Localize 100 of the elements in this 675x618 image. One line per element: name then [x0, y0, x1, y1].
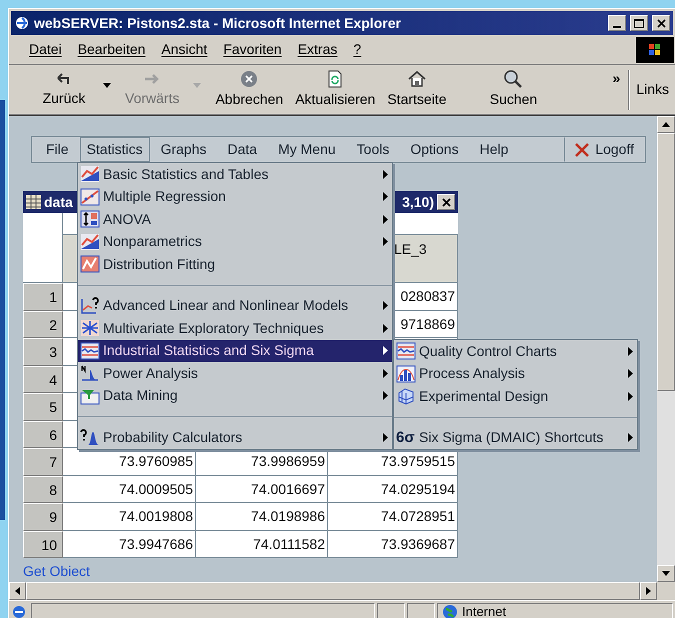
menu-bar-item[interactable]: Extras — [292, 39, 344, 60]
submenu-arrow-icon — [628, 433, 633, 442]
distribution-icon — [80, 255, 100, 274]
menu-bar-item[interactable]: Favoriten — [217, 39, 288, 60]
row-number: 7 — [23, 448, 63, 476]
control-chart-icon — [396, 342, 416, 360]
asterisk-chart-icon — [80, 319, 100, 338]
spreadsheet-icon — [26, 195, 41, 209]
submenu-arrow-icon — [383, 301, 388, 310]
scroll-left-icon — [15, 587, 20, 595]
toolbar-button[interactable]: Suchen — [482, 69, 544, 110]
table-cell: 74.0728951 — [328, 503, 458, 530]
control-chart-icon — [80, 342, 100, 360]
menu-item[interactable]: Process Analysis — [394, 362, 637, 385]
table-cell: 74.0295194 — [328, 476, 458, 503]
get-object-link[interactable]: Get Obiect — [23, 561, 90, 582]
menu-item[interactable]: ANOVA — [78, 208, 392, 230]
vertical-scrollbar[interactable] — [657, 116, 675, 582]
question-chart-icon — [80, 296, 100, 315]
menu-item[interactable]: Power Analysis — [78, 362, 392, 384]
close-button[interactable] — [437, 194, 455, 210]
refresh-icon — [326, 69, 344, 89]
scroll-right-icon — [646, 587, 651, 595]
home-icon — [406, 69, 427, 89]
stop-icon — [239, 69, 260, 89]
menu-item[interactable]: Experimental Design — [394, 385, 637, 408]
power-chart-icon — [80, 364, 100, 382]
data-window-title-end: 3,10) — [402, 192, 434, 212]
menu-item[interactable]: 6σ Six Sigma (DMAIC) Shortcuts — [394, 426, 637, 449]
menu-item[interactable]: Probability Calculators — [78, 426, 392, 448]
app-menu-item[interactable]: Tools — [346, 137, 400, 162]
toolbar-button[interactable]: Zurück — [33, 70, 95, 109]
regression-chart-icon — [80, 188, 100, 206]
close-icon — [656, 18, 666, 28]
row-number: 5 — [23, 393, 63, 420]
app-menu-item[interactable]: My Menu — [268, 137, 346, 162]
submenu-arrow-icon — [383, 214, 388, 224]
data-window-title: data — [44, 192, 73, 212]
row-number: 3 — [23, 338, 63, 366]
table-cell: 74.0019808 — [63, 503, 196, 530]
chart-icon — [80, 165, 100, 184]
toolbar-button[interactable]: Startseite — [381, 69, 452, 110]
globe-icon — [442, 604, 458, 618]
scroll-up-icon — [662, 122, 670, 127]
menu-item[interactable]: Multiple Regression — [78, 186, 392, 208]
grid-cube-icon — [396, 387, 416, 406]
minimize-button[interactable] — [608, 15, 626, 31]
menu-item[interactable]: Quality Control Charts — [394, 340, 637, 362]
table-cell: 74.0111582 — [196, 530, 328, 558]
horizontal-scrollbar[interactable] — [9, 582, 657, 600]
submenu-arrow-icon — [628, 346, 633, 356]
menu-item[interactable]: Industrial Statistics and Six Sigma — [78, 340, 392, 362]
submenu-arrow-icon — [383, 192, 388, 202]
menu-bar-item[interactable]: Ansicht — [155, 39, 214, 60]
row-number: 8 — [23, 476, 63, 503]
zone-label: Internet — [462, 602, 506, 618]
table-cell: 74.0198986 — [196, 503, 328, 530]
submenu-arrow-icon — [383, 237, 388, 246]
links-button[interactable]: Links — [630, 79, 675, 100]
status-pane — [377, 602, 405, 618]
menu-bar-item[interactable]: ? — [347, 39, 368, 60]
menu-item[interactable]: Basic Statistics and Tables — [78, 163, 392, 186]
toolbar-overflow-button[interactable]: » — [612, 68, 620, 89]
toolbar-button[interactable]: Abbrechen — [209, 69, 290, 110]
menu-bar-item[interactable]: Bearbeiten — [72, 39, 152, 60]
browser-logo-icon — [14, 15, 30, 31]
app-menu-item[interactable]: File — [36, 137, 79, 162]
maximize-button[interactable] — [630, 15, 648, 31]
minimize-icon — [613, 26, 621, 28]
submenu-arrow-icon — [383, 391, 388, 400]
window-title: webSERVER: Pistons2.sta - Microsoft Internet Explorer — [34, 14, 402, 33]
search-icon — [503, 69, 524, 89]
six-sigma-icon: 6σ — [396, 430, 416, 446]
submenu-arrow-icon — [383, 170, 388, 179]
histogram-icon — [396, 364, 416, 383]
app-menu-item[interactable]: Statistics — [80, 137, 150, 162]
row-number: 4 — [23, 366, 63, 393]
probability-chart-icon — [80, 428, 100, 446]
menu-bar-item[interactable]: Datei — [23, 39, 68, 60]
logoff-button[interactable]: Logoff — [564, 137, 645, 162]
dropdown-caret-icon[interactable] — [103, 83, 111, 88]
row-number: 9 — [23, 503, 63, 530]
close-button[interactable] — [652, 15, 670, 31]
app-menu-item[interactable]: Help — [470, 137, 518, 162]
row-number: 1 — [23, 283, 63, 310]
app-menu-item[interactable]: Data — [218, 137, 268, 162]
scroll-down-icon — [662, 571, 670, 576]
app-menu-item[interactable]: Options — [400, 137, 469, 162]
row-number: 10 — [23, 530, 63, 558]
menu-item[interactable]: Data Mining — [78, 384, 392, 407]
submenu-arrow-icon — [383, 346, 388, 356]
status-pane — [407, 602, 435, 618]
row-number: 2 — [23, 310, 63, 338]
table-cell: 74.0009505 — [63, 476, 196, 503]
submenu-arrow-icon — [628, 369, 633, 378]
close-icon — [442, 198, 450, 206]
submenu-arrow-icon — [628, 392, 633, 401]
toolbar-button[interactable]: Aktualisieren — [289, 69, 382, 110]
submenu-arrow-icon — [383, 368, 388, 378]
app-menu-item[interactable]: Graphs — [150, 137, 216, 162]
